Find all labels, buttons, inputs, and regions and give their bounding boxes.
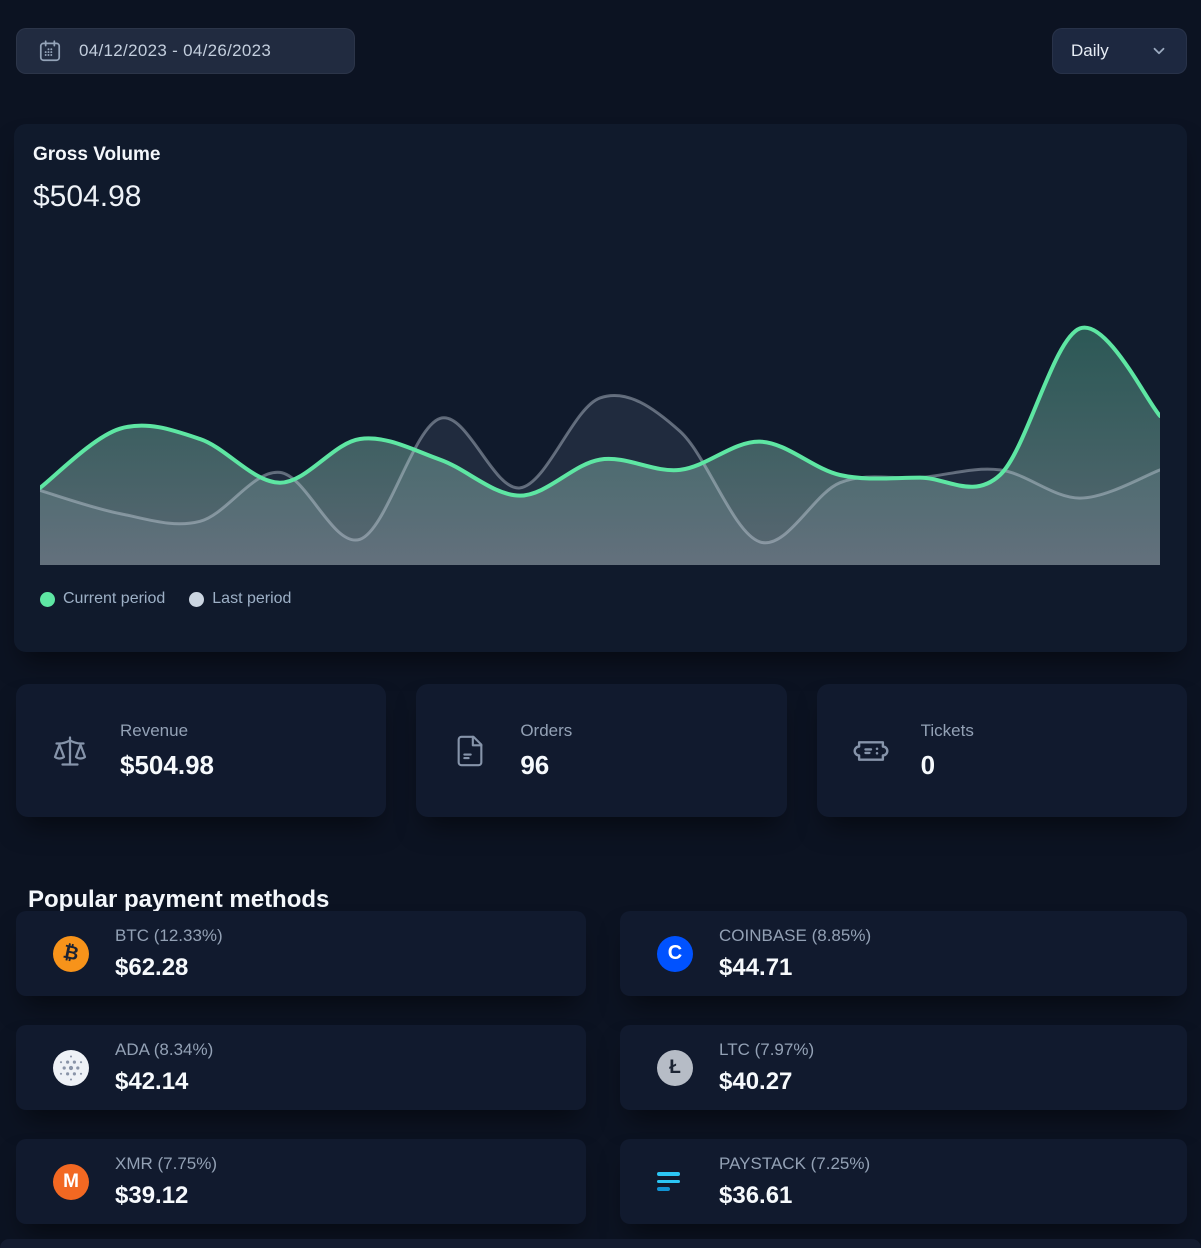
stat-value: 0 bbox=[921, 750, 974, 781]
payment-value: $39.12 bbox=[115, 1182, 217, 1210]
stat-label: Tickets bbox=[921, 721, 974, 741]
stat-card-orders: Orders 96 bbox=[416, 684, 786, 817]
payment-text: COINBASE (8.85%) $44.71 bbox=[719, 926, 871, 982]
payment-value: $42.14 bbox=[115, 1068, 213, 1096]
payment-text: PAYSTACK (7.25%) $36.61 bbox=[719, 1154, 870, 1210]
btc-glyph: ₿ bbox=[61, 941, 81, 966]
stat-value: $504.98 bbox=[120, 750, 214, 781]
date-range-picker[interactable]: 04/12/2023 - 04/26/2023 bbox=[16, 28, 355, 74]
stat-text: Revenue $504.98 bbox=[120, 721, 214, 781]
xmr-glyph: M bbox=[63, 1171, 79, 1193]
xmr-icon: M bbox=[53, 1164, 89, 1200]
payment-value: $40.27 bbox=[719, 1068, 814, 1096]
payment-text: BTC (12.33%) $62.28 bbox=[115, 926, 223, 982]
gross-volume-title: Gross Volume bbox=[33, 144, 160, 166]
payment-card-btc[interactable]: ₿ BTC (12.33%) $62.28 bbox=[16, 911, 586, 996]
payment-label: XMR (7.75%) bbox=[115, 1154, 217, 1174]
stat-card-tickets: Tickets 0 bbox=[817, 684, 1187, 817]
calendar-icon bbox=[37, 38, 63, 64]
paystack-icon bbox=[657, 1164, 693, 1200]
chevron-down-icon bbox=[1150, 42, 1168, 60]
gross-volume-card: Gross Volume $504.98 Current period Last… bbox=[14, 124, 1187, 652]
btc-icon: ₿ bbox=[53, 936, 89, 972]
payment-label: COINBASE (8.85%) bbox=[719, 926, 871, 946]
legend-dot-current bbox=[40, 592, 55, 607]
payment-value: $62.28 bbox=[115, 954, 223, 982]
chart-legend: Current period Last period bbox=[40, 590, 291, 608]
legend-label-last: Last period bbox=[212, 590, 291, 608]
payment-label: PAYSTACK (7.25%) bbox=[719, 1154, 870, 1174]
dashboard-page: 04/12/2023 - 04/26/2023 Daily Gross Volu… bbox=[0, 0, 1201, 1248]
scale-icon bbox=[50, 731, 90, 771]
payment-card-ltc[interactable]: Ł LTC (7.97%) $40.27 bbox=[620, 1025, 1187, 1110]
gross-volume-chart[interactable] bbox=[40, 295, 1160, 565]
granularity-value: Daily bbox=[1071, 41, 1109, 61]
ada-icon bbox=[53, 1050, 89, 1086]
legend-dot-last bbox=[189, 592, 204, 607]
payment-card-xmr[interactable]: M XMR (7.75%) $39.12 bbox=[16, 1139, 586, 1224]
stat-label: Revenue bbox=[120, 721, 214, 741]
top-bar: 04/12/2023 - 04/26/2023 Daily bbox=[16, 28, 1187, 74]
ltc-icon: Ł bbox=[657, 1050, 693, 1086]
date-range-value: 04/12/2023 - 04/26/2023 bbox=[79, 41, 271, 61]
payment-label: LTC (7.97%) bbox=[719, 1040, 814, 1060]
stat-value: 96 bbox=[520, 750, 572, 781]
file-icon bbox=[450, 731, 490, 771]
stat-text: Tickets 0 bbox=[921, 721, 974, 781]
payments-section-title: Popular payment methods bbox=[28, 886, 329, 914]
granularity-dropdown[interactable]: Daily bbox=[1052, 28, 1187, 74]
coinbase-icon: C bbox=[657, 936, 693, 972]
payment-label: ADA (8.34%) bbox=[115, 1040, 213, 1060]
payment-text: XMR (7.75%) $39.12 bbox=[115, 1154, 217, 1210]
stat-card-revenue: Revenue $504.98 bbox=[16, 684, 386, 817]
payment-card-coinbase[interactable]: C COINBASE (8.85%) $44.71 bbox=[620, 911, 1187, 996]
legend-item-last-period[interactable]: Last period bbox=[189, 590, 291, 608]
payments-grid: ₿ BTC (12.33%) $62.28 C COINBASE (8.85%)… bbox=[16, 911, 1187, 1224]
payment-text: ADA (8.34%) $42.14 bbox=[115, 1040, 213, 1096]
ticket-icon bbox=[851, 731, 891, 771]
payment-card-paystack[interactable]: PAYSTACK (7.25%) $36.61 bbox=[620, 1139, 1187, 1224]
next-section-card-edge bbox=[0, 1239, 1201, 1248]
stats-row: Revenue $504.98 Orders 96 bbox=[16, 684, 1187, 817]
legend-item-current-period[interactable]: Current period bbox=[40, 590, 165, 608]
payment-card-ada[interactable]: ADA (8.34%) $42.14 bbox=[16, 1025, 586, 1110]
legend-label-current: Current period bbox=[63, 590, 165, 608]
payment-value: $44.71 bbox=[719, 954, 871, 982]
stat-label: Orders bbox=[520, 721, 572, 741]
stat-text: Orders 96 bbox=[520, 721, 572, 781]
payment-value: $36.61 bbox=[719, 1182, 870, 1210]
payment-text: LTC (7.97%) $40.27 bbox=[719, 1040, 814, 1096]
coinbase-glyph: C bbox=[668, 942, 682, 965]
payment-label: BTC (12.33%) bbox=[115, 926, 223, 946]
ltc-glyph: Ł bbox=[669, 1057, 681, 1079]
gross-volume-value: $504.98 bbox=[33, 180, 141, 214]
